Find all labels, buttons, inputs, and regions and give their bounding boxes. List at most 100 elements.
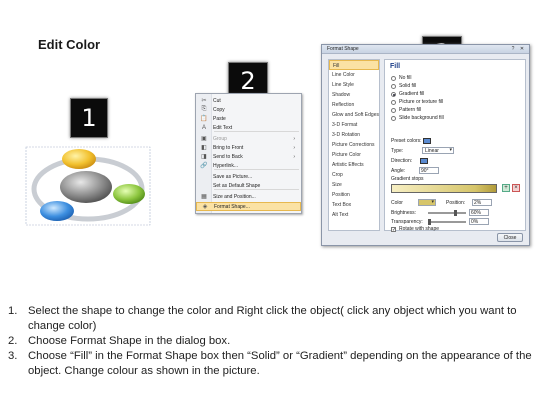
rotate-row: ✓ Rotate with shape <box>391 226 439 232</box>
fill-option-picture-or-texture-fill[interactable]: Picture or texture fill <box>391 99 443 105</box>
menu-item-label: Hyperlink... <box>213 162 239 169</box>
fill-option-no-fill[interactable]: No fill <box>391 75 412 81</box>
nav-text-box[interactable]: Text Box <box>329 200 379 210</box>
brightness-slider[interactable] <box>428 209 466 216</box>
radio-button[interactable] <box>391 91 396 97</box>
fill-option-slide-background-fill[interactable]: Slide background fill <box>391 115 444 121</box>
nav-picture-color[interactable]: Picture Color <box>329 150 379 160</box>
nav-glow-and-soft-edges[interactable]: Glow and Soft Edges <box>329 110 379 120</box>
dialog-title: Format Shape <box>327 46 359 52</box>
menu-item-size-and-position[interactable]: ▦ Size and Position... <box>196 192 301 201</box>
color-picker[interactable] <box>418 199 436 206</box>
preset-colors-dropdown[interactable] <box>422 138 431 144</box>
fill-option-label: Solid fill <box>399 83 417 89</box>
top-ellipse <box>62 149 96 169</box>
instruction-text: Select the shape to change the color and… <box>28 305 517 332</box>
menu-item-label: Save as Picture... <box>213 173 253 180</box>
radio-button[interactable] <box>391 75 396 81</box>
radio-button[interactable] <box>391 83 396 89</box>
transparency-input[interactable]: 0% <box>469 218 489 225</box>
color-position-row: Color Position: 2% <box>391 199 492 206</box>
position-input[interactable]: 2% <box>472 199 492 206</box>
nav-alt-text[interactable]: Alt Text <box>329 210 379 220</box>
menu-item-label: Format Shape... <box>214 203 250 210</box>
nav-shadow[interactable]: Shadow <box>329 90 379 100</box>
direction-label: Direction: <box>391 158 413 164</box>
rotate-label: Rotate with shape <box>399 226 440 232</box>
context-menu: ✂ Cut ⎘ Copy 📋 Paste A Edit Text ▣ Group › ◧ Bring t… <box>195 93 302 214</box>
position-label: Position: <box>446 199 466 206</box>
menu-item-cut[interactable]: ✂ Cut <box>196 96 301 105</box>
left-ellipse <box>40 201 74 221</box>
instruction-number: 3. <box>8 350 18 362</box>
close-button[interactable]: Close <box>497 233 523 242</box>
instruction-item: 1. Select the shape to change the color a… <box>8 304 556 334</box>
fill-option-label: Slide background fill <box>399 115 444 121</box>
send-back-icon: ◨ <box>201 154 207 160</box>
format-shape-dialog: Format Shape ? ✕ Fill Line Color Line Styl… <box>321 44 530 246</box>
remove-stop-icon[interactable]: × <box>512 184 520 192</box>
nav-artistic-effects[interactable]: Artistic Effects <box>329 160 379 170</box>
menu-item-group[interactable]: ▣ Group › <box>196 134 301 143</box>
paste-icon: 📋 <box>200 116 208 122</box>
group-icon: ▣ <box>201 136 207 142</box>
radio-button[interactable] <box>391 99 396 105</box>
menu-item-label: Copy <box>213 106 225 113</box>
nav-3-d-format[interactable]: 3-D Format <box>329 120 379 130</box>
menu-item-label: Cut <box>213 97 221 104</box>
radio-button[interactable] <box>391 107 396 113</box>
nav-position[interactable]: Position <box>329 190 379 200</box>
cut-icon: ✂ <box>201 98 207 104</box>
fill-heading: Fill <box>390 63 401 70</box>
nav-line-style[interactable]: Line Style <box>329 80 379 90</box>
nav-line-color[interactable]: Line Color <box>329 70 379 80</box>
menu-item-paste[interactable]: 📋 Paste <box>196 114 301 123</box>
submenu-arrow-icon: › <box>293 144 295 151</box>
fill-option-gradient-fill[interactable]: Gradient fill <box>391 91 424 97</box>
nav-picture-corrections[interactable]: Picture Corrections <box>329 140 379 150</box>
nav-size[interactable]: Size <box>329 180 379 190</box>
preset-colors-label: Preset colors: <box>391 138 422 144</box>
rotate-checkbox[interactable]: ✓ <box>391 226 396 232</box>
edit-text-icon: A <box>201 124 206 131</box>
gradient-stops-bar[interactable] <box>391 184 497 193</box>
right-ellipse <box>113 184 145 204</box>
preset-colors-row: Preset colors: <box>391 137 432 145</box>
menu-item-bring-to-front[interactable]: ◧ Bring to Front › <box>196 143 301 152</box>
nav-reflection[interactable]: Reflection <box>329 100 379 110</box>
direction-dropdown[interactable] <box>420 158 428 164</box>
page-title: Edit Color <box>38 37 101 52</box>
dialog-titlebar: Format Shape ? ✕ <box>322 45 529 54</box>
fill-option-label: Pattern fill <box>399 107 422 113</box>
bring-front-icon: ◧ <box>201 145 207 151</box>
menu-item-copy[interactable]: ⎘ Copy <box>196 105 301 114</box>
brightness-input[interactable]: 60% <box>469 209 489 216</box>
instruction-text: Choose Format Shape in the dialog box. <box>28 335 231 347</box>
submenu-arrow-icon: › <box>293 135 295 142</box>
close-icon[interactable]: ✕ <box>518 46 526 52</box>
cycle-diagram[interactable] <box>24 141 154 237</box>
gradient-stops-label: Gradient stops <box>391 176 424 182</box>
nav-crop[interactable]: Crop <box>329 170 379 180</box>
category-list: Fill Line Color Line Style Shadow Reflection… <box>328 59 380 231</box>
add-stop-icon[interactable]: + <box>502 184 510 192</box>
menu-item-save-as-picture[interactable]: Save as Picture... <box>196 172 301 181</box>
help-icon[interactable]: ? <box>509 46 517 52</box>
nav-3-d-rotation[interactable]: 3-D Rotation <box>329 130 379 140</box>
menu-item-label: Send to Back <box>213 153 243 160</box>
fill-option-solid-fill[interactable]: Solid fill <box>391 83 416 89</box>
angle-input[interactable]: 90° <box>419 167 439 174</box>
transparency-slider[interactable] <box>428 218 466 225</box>
center-ellipse <box>60 171 112 203</box>
instruction-number: 2. <box>8 335 18 347</box>
instruction-item: 2. Choose Format Shape in the dialog box. <box>8 334 556 349</box>
fill-option-pattern-fill[interactable]: Pattern fill <box>391 107 421 113</box>
nav-fill[interactable]: Fill <box>329 60 379 70</box>
menu-item-send-to-back[interactable]: ◨ Send to Back › <box>196 152 301 161</box>
brightness-row: Brightness: 60% <box>391 209 489 216</box>
radio-button[interactable] <box>391 115 396 121</box>
type-select[interactable]: Linear <box>422 147 454 154</box>
menu-item-format-shape[interactable]: ◈ Format Shape... <box>196 202 301 211</box>
type-label: Type: <box>391 147 404 154</box>
size-position-icon: ▦ <box>201 194 207 200</box>
